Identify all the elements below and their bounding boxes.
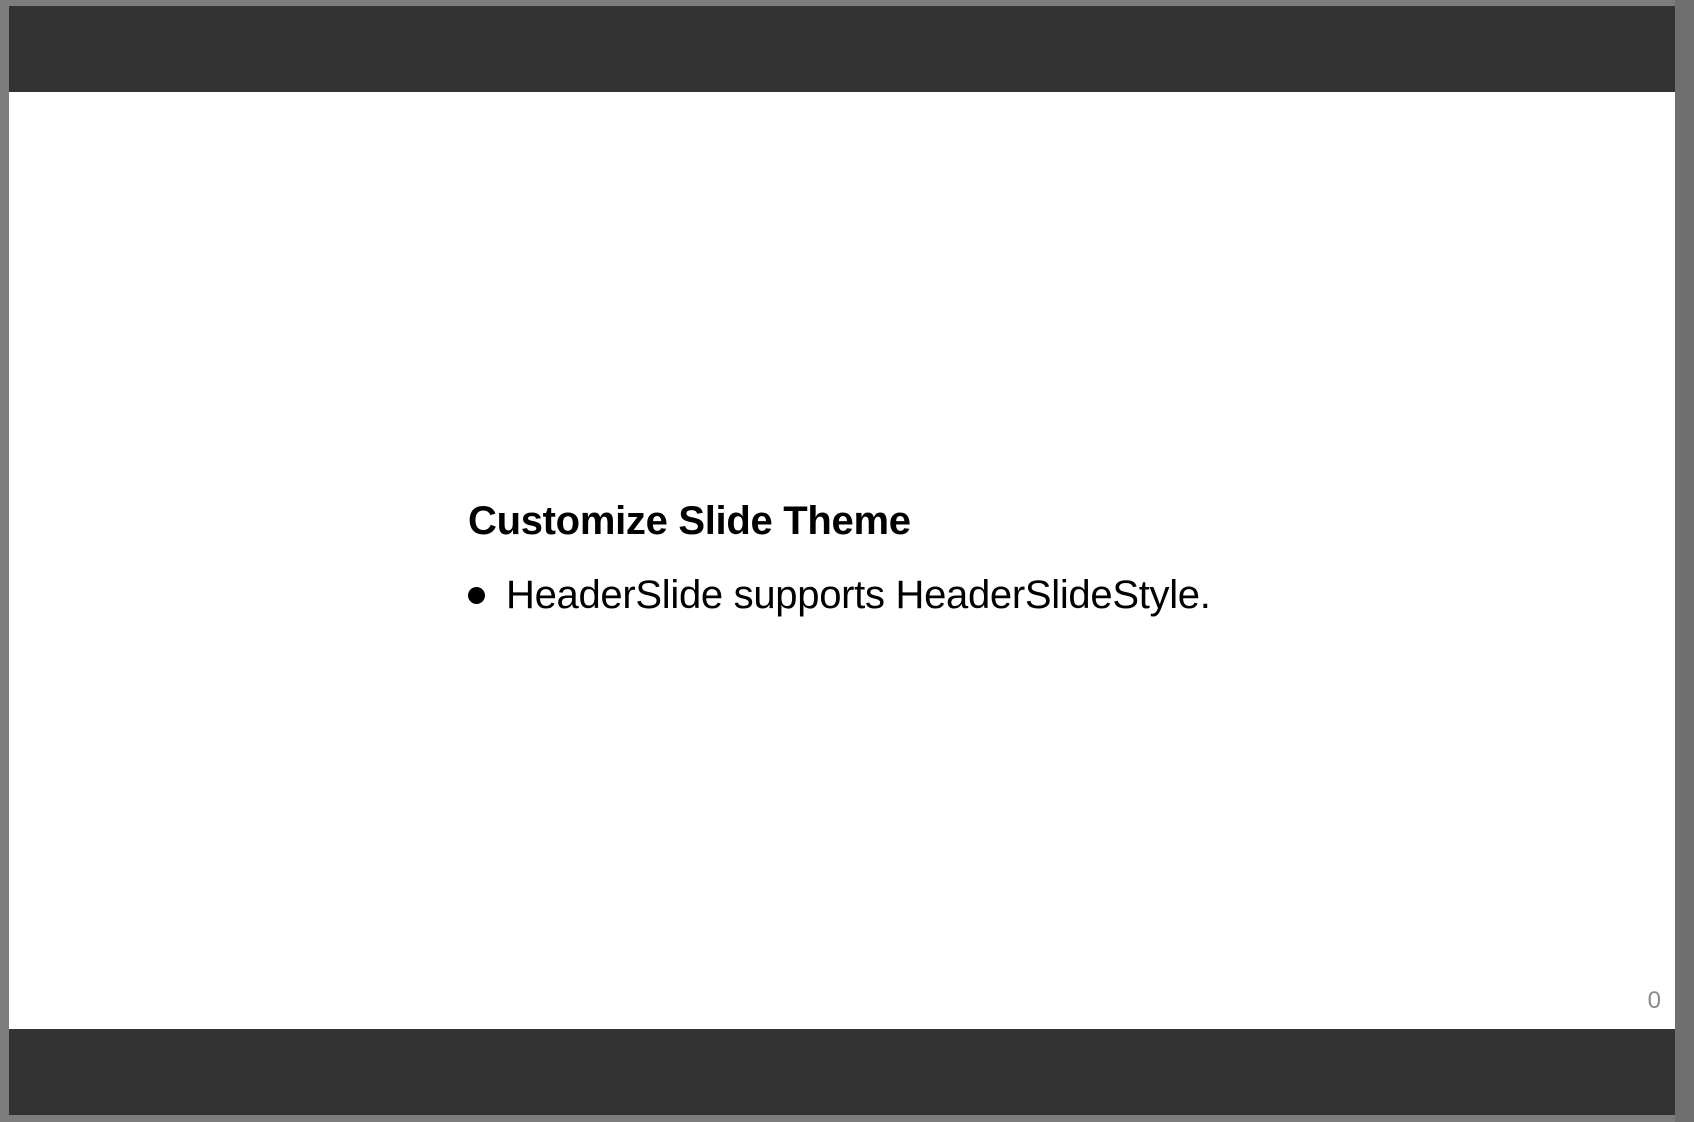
slide-canvas[interactable]: Customize Slide Theme HeaderSlide suppor… [9,92,1675,1029]
presentation-window: Customize Slide Theme HeaderSlide suppor… [0,0,1694,1122]
slide-title: Customize Slide Theme [468,499,911,543]
bullet-item: HeaderSlide supports HeaderSlideStyle. [468,573,1368,617]
bullet-list: HeaderSlide supports HeaderSlideStyle. [468,573,1368,617]
slide-footer-bar [9,1029,1675,1115]
window-edge [1675,0,1694,1122]
slide-content: Customize Slide Theme HeaderSlide suppor… [468,497,1368,617]
bullet-text: HeaderSlide supports HeaderSlideStyle. [506,573,1211,617]
bullet-dot-icon [468,586,485,604]
page-number: 0 [1647,987,1661,1014]
slide-header-bar [9,6,1675,92]
